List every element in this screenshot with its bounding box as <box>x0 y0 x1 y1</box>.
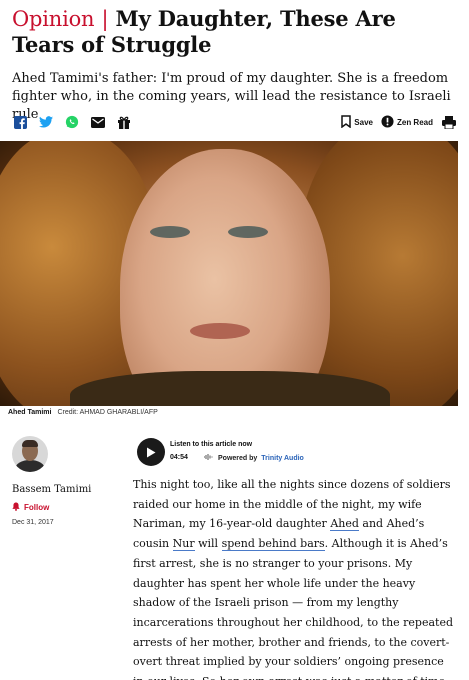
author-box: Bassem Tamimi Follow Dec 31, 2017 <box>12 436 122 526</box>
powered-brand[interactable]: Trinity Audio <box>261 455 304 462</box>
save-button[interactable]: Save <box>341 114 373 130</box>
whatsapp-icon[interactable] <box>64 114 80 130</box>
audio-powered-by: Powered by Trinity Audio <box>203 453 304 463</box>
link-nur[interactable]: Nur <box>172 537 195 552</box>
link-spend-behind-bars[interactable]: spend behind bars <box>221 537 325 552</box>
powered-prefix: Powered by <box>218 454 258 462</box>
link-ahed[interactable]: Ahed <box>330 517 359 532</box>
audio-duration: 04:54 <box>170 454 188 461</box>
article-hero-image <box>0 141 458 406</box>
play-button[interactable] <box>137 438 165 466</box>
share-bar: Save Zen Read <box>12 114 457 136</box>
audio-player: Listen to this article now 04:54 Powered… <box>137 438 337 468</box>
publish-date: Dec 31, 2017 <box>12 519 54 526</box>
caption-credit: Credit: AHMAD GHARABLI/AFP <box>57 409 158 416</box>
gift-icon[interactable] <box>116 114 132 130</box>
caption-name: Ahed Tamimi <box>8 409 52 416</box>
facebook-icon[interactable] <box>12 114 28 130</box>
twitter-icon[interactable] <box>38 114 54 130</box>
body-text-4: . Although it is Ahed’s first arrest, sh… <box>133 537 454 680</box>
zen-read-label: Zen Read <box>396 117 433 127</box>
article-body: This night too, like all the nights sinc… <box>133 475 455 680</box>
bell-icon <box>12 502 20 513</box>
image-caption: Ahed Tamimi Credit: AHMAD GHARABLI/AFP <box>8 409 158 416</box>
body-text-3: will <box>194 537 222 551</box>
audio-title: Listen to this article now <box>170 441 253 448</box>
save-label: Save <box>354 117 373 127</box>
play-icon <box>146 443 156 462</box>
share-actions: Save Zen Read <box>341 114 457 130</box>
headline-separator: | <box>101 7 109 31</box>
author-name[interactable]: Bassem Tamimi <box>12 484 122 495</box>
article-headline: Opinion | My Daughter, These Are Tears o… <box>12 6 460 58</box>
share-icons <box>12 114 132 130</box>
section-label[interactable]: Opinion <box>12 7 95 31</box>
email-icon[interactable] <box>90 114 106 130</box>
bookmark-icon <box>341 114 352 130</box>
follow-label: Follow <box>24 503 50 512</box>
zen-read-icon <box>381 114 394 130</box>
print-icon[interactable] <box>441 114 457 130</box>
follow-button[interactable]: Follow <box>12 502 122 513</box>
zen-read-button[interactable]: Zen Read <box>381 114 433 130</box>
waveform-icon <box>203 453 214 463</box>
author-avatar[interactable] <box>12 436 48 472</box>
